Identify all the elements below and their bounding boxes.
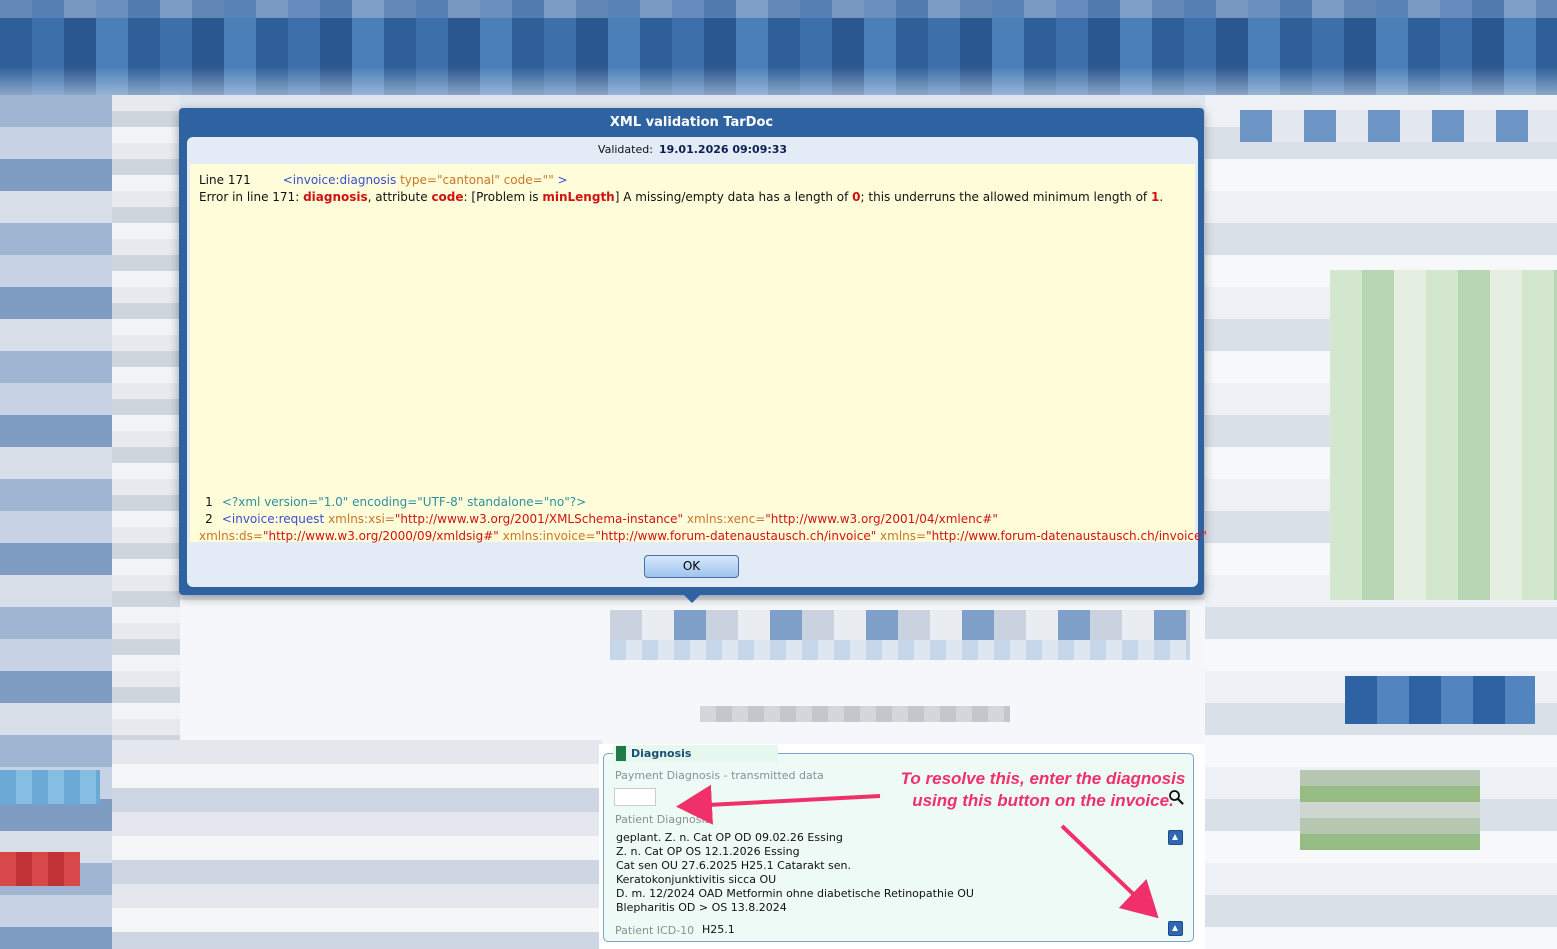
xml-declaration: <?xml version="1.0" encoding="UTF-8" sta…	[221, 495, 587, 509]
xml-attr: xmlns=	[876, 529, 927, 543]
blurred-red-block	[0, 852, 80, 886]
xml-value: "http://www.w3.org/2001/04/xmlenc#"	[765, 512, 998, 526]
blurred-left-sidebar	[0, 95, 112, 949]
annotation-line-2: using this button on the invoice.	[912, 791, 1174, 810]
msg-mid3: ] A missing/empty data has a length of	[614, 190, 853, 204]
diagnosis-tab-label: Diagnosis	[631, 747, 692, 760]
blurred-invoice-row	[610, 640, 1190, 660]
xml-line-number: 1	[205, 495, 213, 509]
dialog-pointer	[683, 594, 701, 603]
patient-diagnosis-line: Cat sen OU 27.6.2025 H25.1 Catarakt sen.	[616, 859, 852, 872]
patient-diagnosis-label: Patient Diagnosis	[615, 813, 711, 826]
diagnosis-tab-marker	[616, 746, 626, 761]
dialog-title: XML validation TarDoc	[609, 115, 774, 130]
validated-datetime: 19.01.2026 09:09:33	[658, 143, 788, 156]
xml-attr: xmlns:xenc=	[683, 512, 766, 526]
msg-mid4: ; this underruns the allowed minimum len…	[860, 190, 1151, 204]
transfer-diagnosis-up-icon[interactable]	[1168, 830, 1183, 845]
msg-end: .	[1159, 190, 1164, 204]
patient-diagnosis-line: geplant. Z. n. Cat OP OD 09.02.26 Essing	[616, 831, 843, 844]
transfer-icd-up-icon[interactable]	[1168, 921, 1183, 936]
patient-icd-value: H25.1	[702, 923, 735, 936]
xml-value: "http://www.forum-datenaustausch.ch/invo…	[926, 529, 1207, 543]
xml-line-2: 2 <invoice:request xmlns:xsi="http://www…	[200, 512, 998, 526]
msg-length: 0	[852, 190, 861, 204]
blurred-right-block	[1345, 676, 1535, 724]
patient-diagnosis-line: Keratokonjunktivitis sicca OU	[616, 873, 777, 886]
line-attrs: type="cantonal" code=""	[400, 173, 554, 187]
blurred-right-grid	[1330, 270, 1557, 600]
xml-attr: xmlns:xsi=	[324, 512, 395, 526]
validated-label: Validated:	[597, 143, 653, 156]
line-tag: <invoice:diagnosis	[282, 173, 397, 187]
line-end: >	[553, 173, 568, 187]
dialog-content: Validated: 19.01.2026 09:09:33 Line 171 <i…	[187, 137, 1207, 587]
blurred-right-lower-block	[1300, 770, 1480, 850]
line-label: Line 171	[199, 173, 251, 187]
diagnosis-tab[interactable]: Diagnosis	[613, 745, 778, 762]
xml-value: "http://www.w3.org/2001/XMLSchema-instan…	[394, 512, 684, 526]
blurred-invoice-toolbar	[610, 610, 1190, 640]
msg-problem: minLength	[542, 190, 615, 204]
msg-attribute: code	[431, 190, 464, 204]
xml-value: "http://www.w3.org/2000/09/xmldsig#"	[262, 529, 499, 543]
blurred-block	[0, 770, 100, 804]
xml-line-3: xmlns:ds="http://www.w3.org/2000/09/xmld…	[199, 529, 1207, 543]
error-line-reference: Line 171 <invoice:diagnosis type="cantona…	[199, 173, 568, 187]
error-panel: Line 171 <invoice:diagnosis type="cantona…	[190, 164, 1207, 543]
xml-attr: xmlns:invoice=	[498, 529, 596, 543]
xml-line-1: 1 <?xml version="1.0" encoding="UTF-8" s…	[200, 495, 586, 509]
xml-attr: xmlns:ds=	[199, 529, 263, 543]
validated-info: Validated: 19.01.2026 09:09:33	[187, 143, 1198, 156]
msg-mid1: , attribute	[367, 190, 432, 204]
annotation-text: To resolve this, enter the diagnosis usi…	[893, 768, 1193, 812]
blurred-lower-list	[112, 740, 602, 949]
error-message: Error in line 171: diagnosis, attribute …	[199, 190, 1163, 204]
payment-diagnosis-input[interactable]	[614, 788, 656, 806]
patient-diagnosis-line: Blepharitis OD > OS 13.8.2024	[616, 901, 787, 914]
msg-mid2: : [Problem is	[463, 190, 543, 204]
payment-diagnosis-label: Payment Diagnosis - transmitted data	[615, 769, 824, 782]
blurred-menu-bar	[0, 0, 1557, 18]
xml-tag: <invoice:request	[221, 512, 325, 526]
xml-line-number: 2	[205, 512, 213, 526]
patient-diagnosis-line: Z. n. Cat OP OS 12.1.2026 Essing	[616, 845, 800, 858]
blurred-invoice-field	[700, 706, 1010, 722]
annotation-line-1: To resolve this, enter the diagnosis	[900, 769, 1186, 788]
ok-button[interactable]: OK	[644, 555, 739, 578]
xml-value: "http://www.forum-datenaustausch.ch/invo…	[595, 529, 877, 543]
msg-prefix: Error in line 171:	[199, 190, 304, 204]
patient-icd-label: Patient ICD-10	[615, 924, 695, 937]
msg-element: diagnosis	[303, 190, 368, 204]
blurred-right-header	[1240, 110, 1557, 142]
xml-validation-dialog: XML validation TarDoc Validated: 19.01.20…	[179, 108, 1207, 595]
patient-diagnosis-line: D. m. 12/2024 OAD Metformin ohne diabeti…	[616, 887, 974, 900]
